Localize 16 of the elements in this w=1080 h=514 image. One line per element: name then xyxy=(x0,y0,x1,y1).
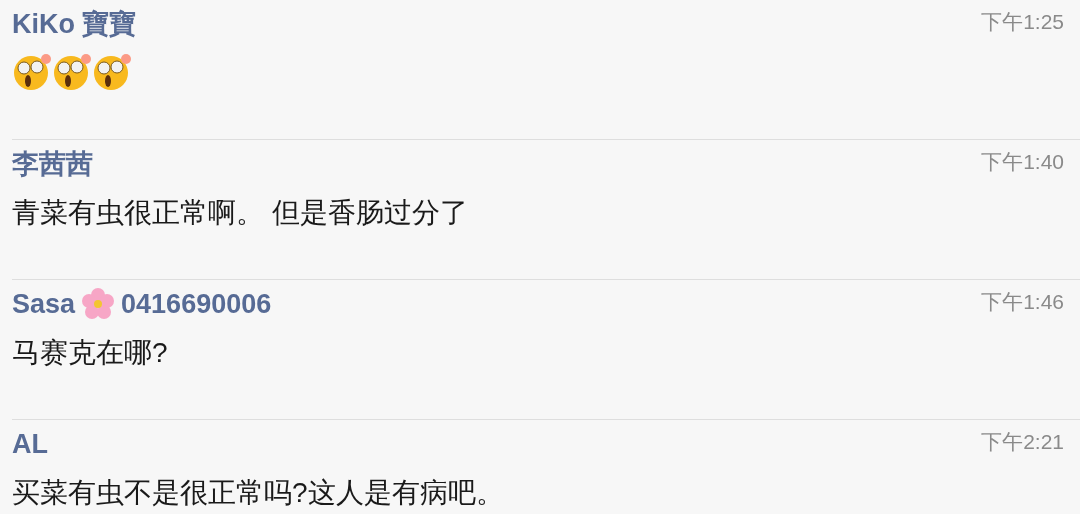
comment-text: 马赛克在哪? xyxy=(12,336,168,370)
flower-icon xyxy=(81,287,116,321)
comment-text: 买菜有虫不是很正常吗?这人是有病吧。 xyxy=(12,476,504,510)
comment-time: 下午1:40 xyxy=(981,149,1064,175)
user-name[interactable]: KiKo 寶寶 xyxy=(12,3,137,45)
user-name[interactable]: Sasa xyxy=(12,283,76,325)
comment-text: 青菜有虫很正常啊。 但是香肠过分了 xyxy=(12,196,468,230)
comment-time: 下午1:25 xyxy=(981,9,1064,35)
astonished-face-icon xyxy=(12,52,52,92)
astonished-face-icon xyxy=(52,52,92,92)
user-name[interactable]: 李茜茜 xyxy=(12,143,93,185)
user-name[interactable]: AL xyxy=(12,423,48,465)
comment-time: 下午1:46 xyxy=(981,289,1064,315)
user-name[interactable]: 0416690006 xyxy=(121,283,272,325)
astonished-face-icon xyxy=(92,52,132,92)
comment-time: 下午2:21 xyxy=(981,429,1064,455)
